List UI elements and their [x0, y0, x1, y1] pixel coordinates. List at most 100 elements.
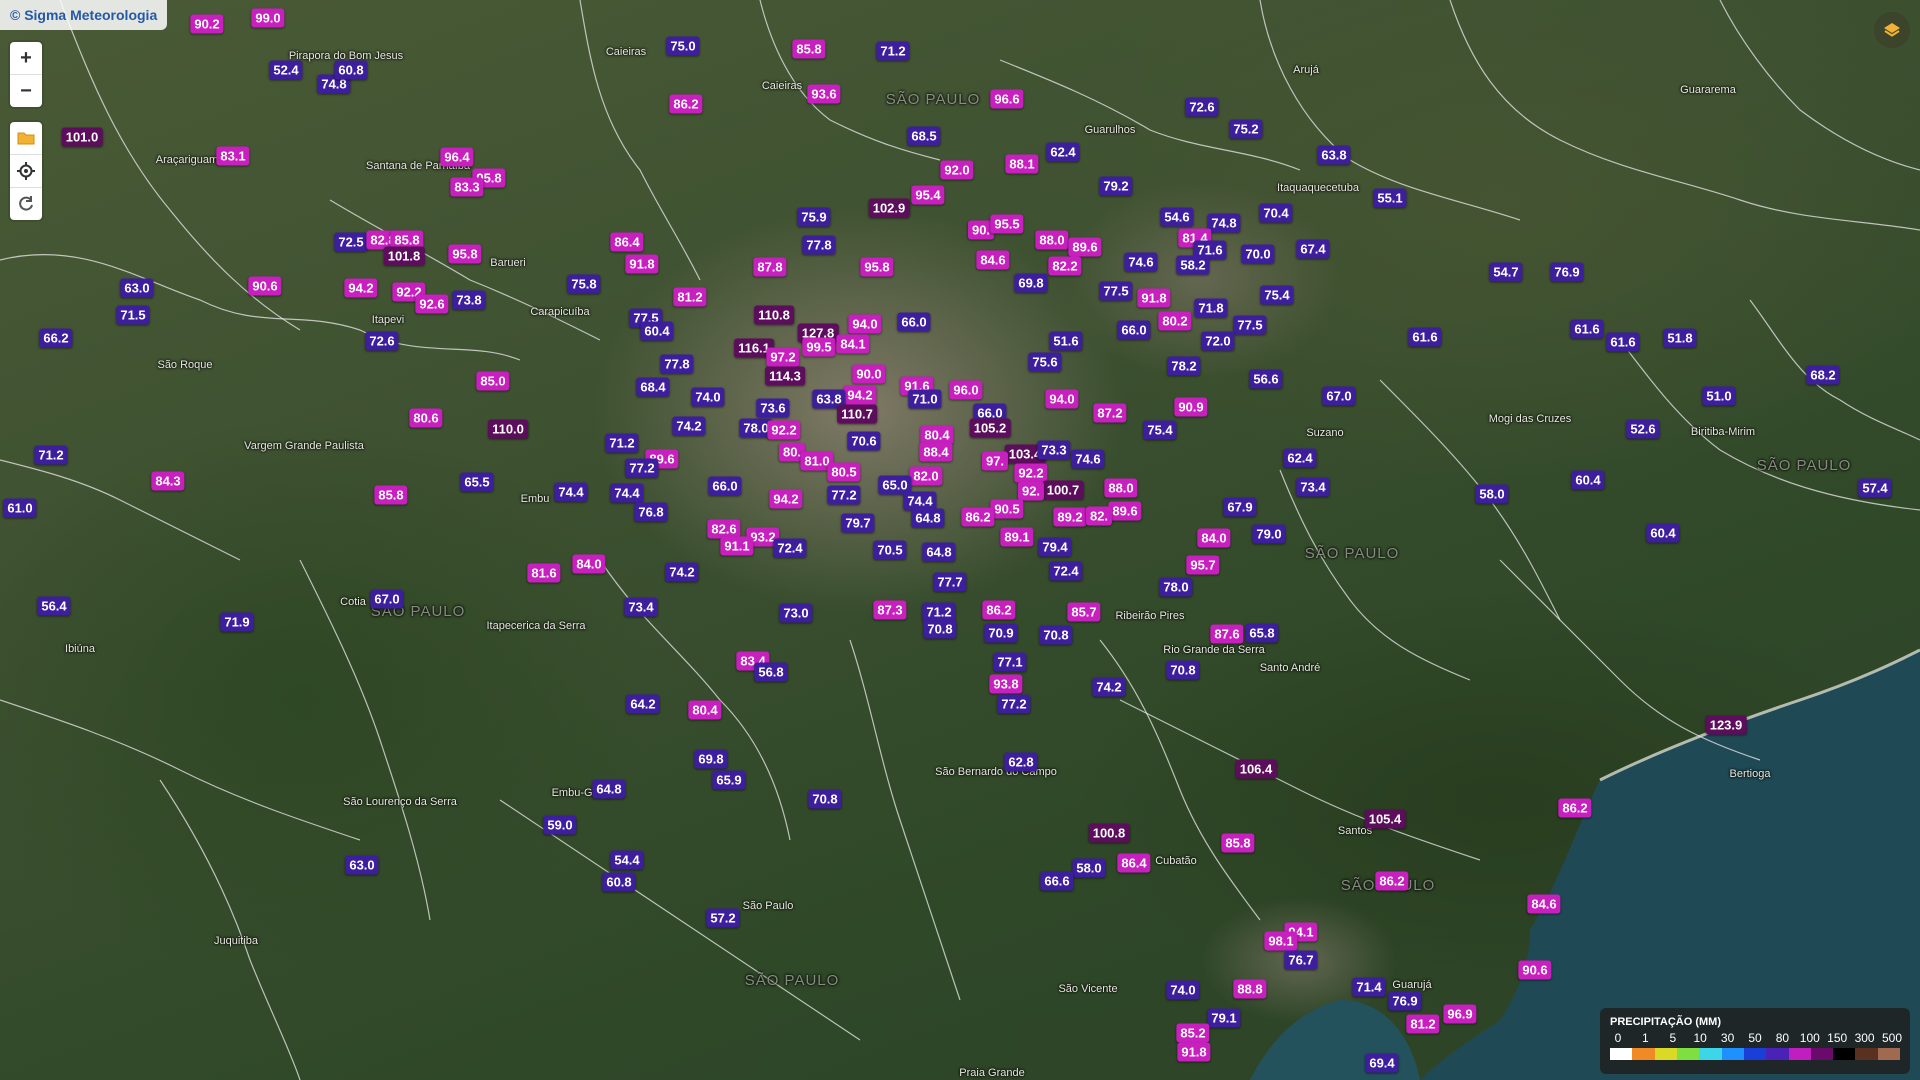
precipitation-marker[interactable]: 90.0 — [852, 364, 886, 384]
precipitation-marker[interactable]: 86.2 — [982, 600, 1016, 620]
precipitation-marker[interactable]: 70.4 — [1259, 203, 1293, 223]
locate-button[interactable] — [10, 155, 42, 188]
precipitation-marker[interactable]: 54.7 — [1489, 262, 1523, 282]
precipitation-marker[interactable]: 92. — [1017, 481, 1045, 501]
precipitation-marker[interactable]: 95.7 — [1186, 555, 1220, 575]
precipitation-marker[interactable]: 89.6 — [1108, 501, 1142, 521]
precipitation-marker[interactable]: 84.6 — [976, 250, 1010, 270]
precipitation-marker[interactable]: 95.4 — [911, 185, 945, 205]
precipitation-marker[interactable]: 110.8 — [754, 305, 794, 325]
precipitation-marker[interactable]: 99.5 — [802, 337, 836, 357]
precipitation-marker[interactable]: 73.0 — [779, 603, 813, 623]
precipitation-marker[interactable]: 70.8 — [808, 789, 842, 809]
precipitation-marker[interactable]: 63.0 — [345, 855, 379, 875]
precipitation-marker[interactable]: 66.0 — [708, 476, 742, 496]
precipitation-marker[interactable]: 71.2 — [876, 41, 910, 61]
precipitation-marker[interactable]: 60.4 — [640, 321, 674, 341]
precipitation-marker[interactable]: 78.2 — [1167, 356, 1201, 376]
precipitation-marker[interactable]: 71.2 — [605, 433, 639, 453]
precipitation-marker[interactable]: 76.9 — [1388, 991, 1422, 1011]
precipitation-marker[interactable]: 87.2 — [1093, 403, 1127, 423]
precipitation-marker[interactable]: 84.1 — [836, 334, 870, 354]
precipitation-marker[interactable]: 54.6 — [1160, 207, 1194, 227]
precipitation-marker[interactable]: 85.2 — [1176, 1023, 1210, 1043]
precipitation-marker[interactable]: 73.4 — [624, 597, 658, 617]
precipitation-marker[interactable]: 86.4 — [1117, 853, 1151, 873]
precipitation-marker[interactable]: 74.0 — [1166, 980, 1200, 1000]
precipitation-marker[interactable]: 99.0 — [251, 8, 285, 28]
precipitation-marker[interactable]: 74.0 — [691, 387, 725, 407]
precipitation-marker[interactable]: 90.6 — [248, 276, 282, 296]
precipitation-marker[interactable]: 97. — [981, 451, 1009, 471]
precipitation-marker[interactable]: 110.7 — [837, 404, 877, 424]
precipitation-marker[interactable]: 80.4 — [688, 700, 722, 720]
precipitation-marker[interactable]: 76.8 — [634, 502, 668, 522]
precipitation-marker[interactable]: 72.0 — [1201, 331, 1235, 351]
precipitation-marker[interactable]: 72.5 — [334, 232, 368, 252]
precipitation-marker[interactable]: 81.6 — [527, 563, 561, 583]
layers-button[interactable] — [1874, 12, 1910, 48]
precipitation-marker[interactable]: 89.1 — [1000, 527, 1034, 547]
precipitation-marker[interactable]: 79.2 — [1099, 176, 1133, 196]
precipitation-marker[interactable]: 76.7 — [1284, 950, 1318, 970]
precipitation-marker[interactable]: 63.8 — [1317, 145, 1351, 165]
precipitation-marker[interactable]: 57.2 — [706, 908, 740, 928]
attribution-link[interactable]: © Sigma Meteorologia — [0, 0, 168, 30]
precipitation-marker[interactable]: 65.9 — [712, 770, 746, 790]
precipitation-marker[interactable]: 82. — [1085, 506, 1113, 526]
precipitation-marker[interactable]: 51.6 — [1049, 331, 1083, 351]
precipitation-marker[interactable]: 94.2 — [843, 385, 877, 405]
precipitation-marker[interactable]: 96.4 — [440, 147, 474, 167]
precipitation-marker[interactable]: 68.5 — [907, 126, 941, 146]
precipitation-marker[interactable]: 92.2 — [1014, 463, 1048, 483]
folder-button[interactable] — [10, 122, 42, 155]
precipitation-marker[interactable]: 74.6 — [1071, 449, 1105, 469]
precipitation-marker[interactable]: 80.5 — [827, 462, 861, 482]
precipitation-marker[interactable]: 88.1 — [1005, 154, 1039, 174]
precipitation-marker[interactable]: 102.9 — [868, 198, 910, 218]
precipitation-marker[interactable]: 86.4 — [610, 232, 644, 252]
precipitation-marker[interactable]: 73.4 — [1296, 477, 1330, 497]
precipitation-marker[interactable]: 75.8 — [567, 274, 601, 294]
precipitation-marker[interactable]: 62.4 — [1046, 142, 1080, 162]
precipitation-marker[interactable]: 67.0 — [370, 589, 404, 609]
precipitation-marker[interactable]: 95.8 — [860, 257, 894, 277]
precipitation-marker[interactable]: 101.8 — [383, 246, 425, 266]
precipitation-marker[interactable]: 88.8 — [1233, 979, 1267, 999]
precipitation-marker[interactable]: 92.0 — [940, 160, 974, 180]
precipitation-marker[interactable]: 77.5 — [1099, 281, 1133, 301]
precipitation-marker[interactable]: 82.0 — [909, 466, 943, 486]
precipitation-marker[interactable]: 70.8 — [1039, 625, 1073, 645]
precipitation-marker[interactable]: 70.8 — [1166, 660, 1200, 680]
precipitation-marker[interactable]: 64.8 — [592, 779, 626, 799]
precipitation-marker[interactable]: 72.6 — [1185, 97, 1219, 117]
precipitation-marker[interactable]: 93.8 — [989, 674, 1023, 694]
precipitation-marker[interactable]: 73.6 — [756, 398, 790, 418]
precipitation-marker[interactable]: 70.5 — [873, 540, 907, 560]
precipitation-marker[interactable]: 75.4 — [1260, 285, 1294, 305]
precipitation-marker[interactable]: 73.3 — [1037, 440, 1071, 460]
precipitation-marker[interactable]: 58.0 — [1475, 484, 1509, 504]
precipitation-marker[interactable]: 52.6 — [1626, 419, 1660, 439]
precipitation-marker[interactable]: 66.6 — [1040, 871, 1074, 891]
precipitation-marker[interactable]: 91.1 — [720, 536, 754, 556]
precipitation-marker[interactable]: 71.0 — [908, 389, 942, 409]
precipitation-marker[interactable]: 75.9 — [797, 207, 831, 227]
precipitation-marker[interactable]: 68.2 — [1806, 365, 1840, 385]
precipitation-marker[interactable]: 67.9 — [1223, 497, 1257, 517]
precipitation-marker[interactable]: 67.4 — [1296, 239, 1330, 259]
precipitation-marker[interactable]: 90.5 — [990, 499, 1024, 519]
precipitation-marker[interactable]: 84.0 — [572, 554, 606, 574]
precipitation-marker[interactable]: 60.4 — [1646, 523, 1680, 543]
precipitation-marker[interactable]: 70.0 — [1241, 244, 1275, 264]
precipitation-marker[interactable]: 85.8 — [792, 39, 826, 59]
refresh-button[interactable] — [10, 188, 42, 220]
precipitation-marker[interactable]: 59.0 — [543, 815, 577, 835]
satellite-map[interactable]: Pirapora do Bom Jesus Caieiras Caieiras Ara… — [0, 0, 1920, 1080]
precipitation-marker[interactable]: 74.4 — [610, 483, 644, 503]
precipitation-marker[interactable]: 77.7 — [933, 572, 967, 592]
precipitation-marker[interactable]: 69.8 — [694, 749, 728, 769]
precipitation-marker[interactable]: 87.8 — [753, 257, 787, 277]
precipitation-marker[interactable]: 54.4 — [610, 850, 644, 870]
precipitation-marker[interactable]: 110.0 — [488, 419, 528, 439]
